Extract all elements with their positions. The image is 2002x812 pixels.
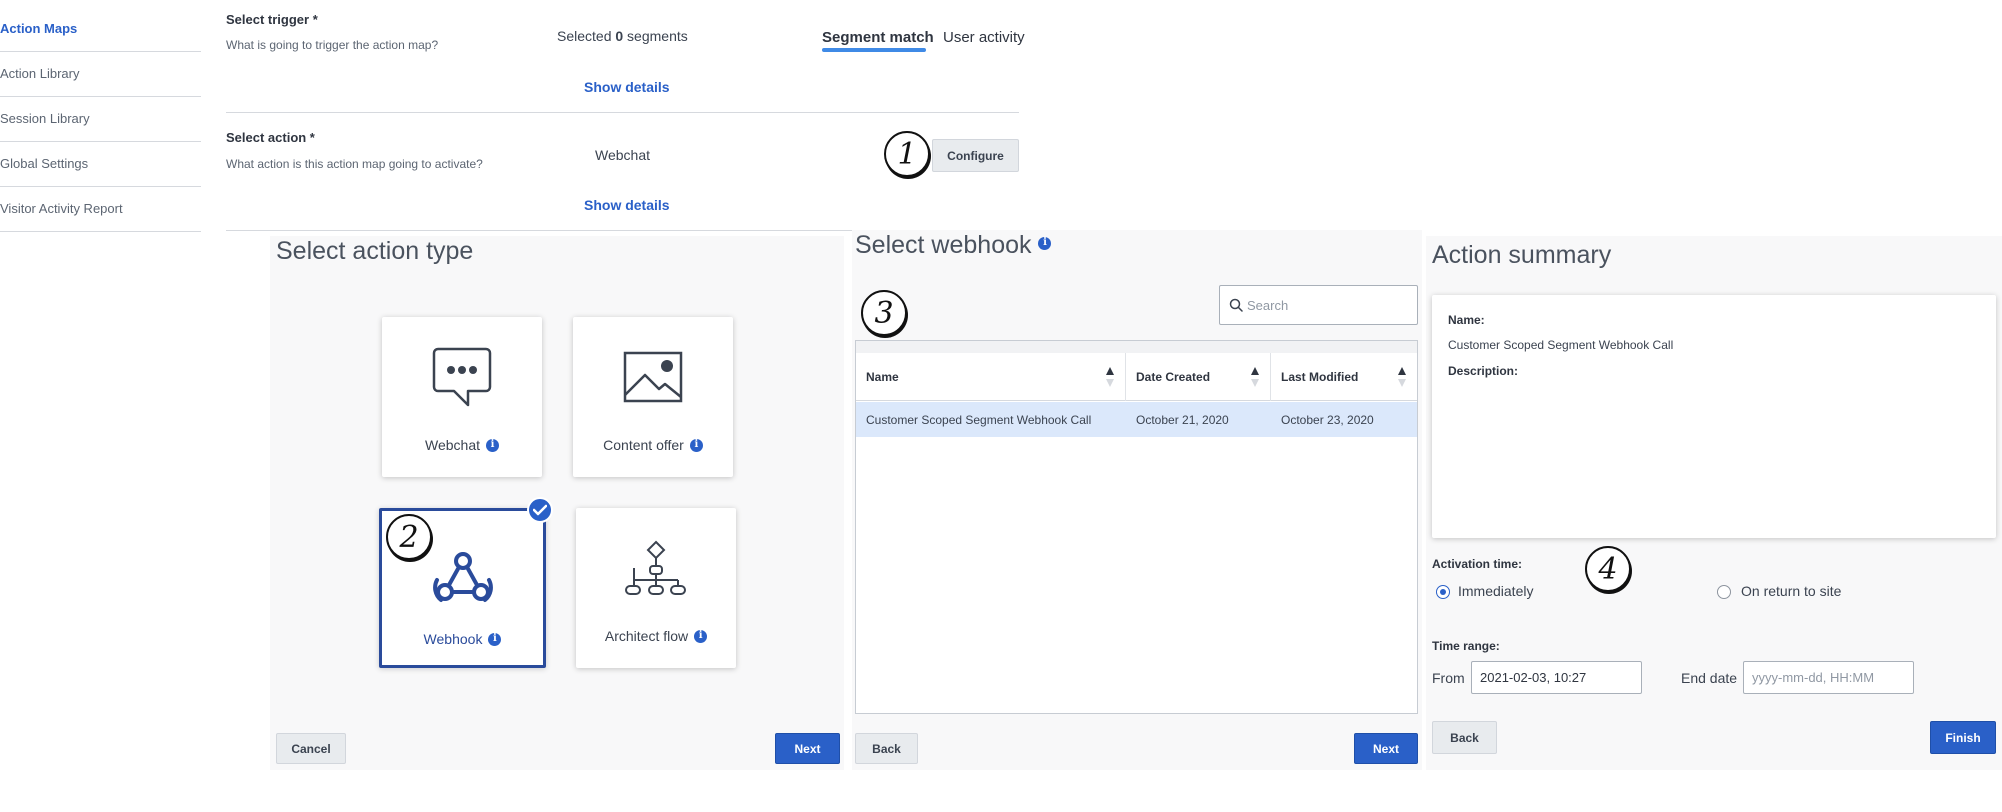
trigger-show-details-link[interactable]: Show details	[584, 79, 670, 95]
summary-card: Name: Customer Scoped Segment Webhook Ca…	[1432, 295, 1996, 538]
radio-immediately-label[interactable]: Immediately	[1458, 583, 1533, 599]
from-label: From	[1432, 670, 1465, 686]
card-label-text: Webchat	[425, 437, 480, 453]
summary-name-label: Name:	[1448, 313, 1485, 327]
annotation-2: 2	[386, 514, 432, 560]
sidebar-item-session-library[interactable]: Session Library	[0, 97, 201, 142]
summary-description-label: Description:	[1448, 364, 1519, 378]
column-header-date-created[interactable]: Date Created	[1126, 353, 1271, 401]
sidebar-item-label: Session Library	[0, 111, 90, 126]
column-header-last-modified[interactable]: Last Modified	[1271, 353, 1417, 401]
sort-icon	[1398, 367, 1406, 387]
action-card-webchat[interactable]: Webchat i	[382, 317, 542, 477]
action-card-architect-flow[interactable]: Architect flow i	[576, 508, 736, 668]
summary-name-value: Customer Scoped Segment Webhook Call	[1448, 338, 1674, 352]
selected-check-icon	[527, 497, 553, 523]
action-value: Webchat	[595, 147, 650, 163]
action-show-details-link[interactable]: Show details	[584, 197, 670, 213]
sidebar-item-label: Global Settings	[0, 156, 89, 171]
info-icon[interactable]: i	[486, 438, 499, 452]
webhook-back-button[interactable]: Back	[855, 733, 918, 764]
webhook-next-button[interactable]: Next	[1354, 733, 1418, 764]
summary-back-button[interactable]: Back	[1432, 721, 1497, 754]
webhook-search-input[interactable]: Search	[1219, 285, 1418, 325]
selected-prefix: Selected	[557, 28, 616, 44]
webhook-icon	[433, 552, 493, 602]
action-card-content-offer[interactable]: Content offer i	[573, 317, 733, 477]
sidebar-item-action-maps[interactable]: Action Maps	[0, 7, 201, 52]
sidebar-item-label: Visitor Activity Report	[0, 201, 123, 216]
sidebar-item-label: Action Library	[0, 66, 80, 81]
webhook-table: Name Date Created Last Modified Customer…	[855, 340, 1418, 714]
sidebar-item-label: Action Maps	[0, 21, 78, 36]
annotation-1: 1	[884, 131, 930, 177]
trigger-title: Select trigger *	[226, 12, 318, 27]
table-top-strip	[856, 341, 1417, 353]
webhook-title: Select webhook i	[855, 231, 1052, 260]
from-date-input[interactable]: 2021-02-03, 10:27	[1471, 661, 1642, 694]
info-icon[interactable]: i	[689, 438, 703, 452]
trigger-subtitle: What is going to trigger the action map?	[226, 38, 439, 52]
selected-count: 0	[615, 28, 624, 44]
info-icon[interactable]: i	[1038, 236, 1052, 250]
column-header-text: Last Modified	[1281, 370, 1359, 384]
image-icon	[623, 351, 683, 403]
tab-segment-match[interactable]: Segment match	[822, 29, 934, 46]
time-range-label: Time range:	[1432, 639, 1500, 653]
action-type-panel	[270, 236, 844, 770]
selected-segments-text: Selected 0 segments	[557, 28, 688, 44]
info-icon[interactable]: i	[694, 629, 708, 643]
search-icon	[1229, 298, 1243, 312]
search-placeholder: Search	[1247, 297, 1289, 313]
info-icon[interactable]: i	[488, 632, 502, 646]
sidebar-item-action-library[interactable]: Action Library	[0, 52, 201, 97]
card-label-text: Webhook	[423, 631, 483, 647]
card-label-text: Architect flow	[604, 628, 689, 644]
table-cell-name: Customer Scoped Segment Webhook Call	[866, 412, 1092, 427]
sort-icon	[1251, 367, 1259, 387]
action-type-title: Select action type	[276, 237, 474, 265]
end-date-input[interactable]: yyyy-mm-dd, HH:MM	[1743, 661, 1914, 694]
tab-user-activity[interactable]: User activity	[943, 29, 1025, 46]
sort-icon	[1106, 367, 1114, 387]
table-header: Name Date Created Last Modified	[856, 353, 1417, 401]
action-title: Select action *	[226, 130, 315, 145]
summary-title: Action summary	[1432, 241, 1612, 269]
table-cell-last-modified: October 23, 2020	[1281, 412, 1374, 427]
action-card-label: Architect flow i	[576, 628, 736, 644]
cancel-button[interactable]: Cancel	[276, 733, 346, 764]
action-card-label: Webhook i	[382, 631, 543, 647]
column-header-text: Date Created	[1136, 370, 1211, 384]
section-divider	[226, 112, 1019, 113]
chat-bubble-icon	[432, 347, 492, 407]
card-label-text: Content offer	[603, 437, 684, 453]
finish-button[interactable]: Finish	[1930, 721, 1996, 754]
action-type-next-button[interactable]: Next	[775, 733, 840, 764]
table-cell-date-created: October 21, 2020	[1136, 412, 1229, 427]
activation-time-label: Activation time:	[1432, 557, 1523, 571]
sidebar-item-visitor-activity-report[interactable]: Visitor Activity Report	[0, 187, 201, 232]
action-card-label: Content offer i	[573, 437, 733, 453]
annotation-3: 3	[861, 290, 907, 336]
radio-on-return[interactable]	[1717, 585, 1731, 599]
selected-suffix: segments	[623, 28, 688, 44]
column-header-name[interactable]: Name	[856, 353, 1126, 401]
table-row[interactable]: Customer Scoped Segment Webhook Call Oct…	[856, 402, 1417, 437]
webhook-title-text: Select webhook	[855, 231, 1032, 259]
annotation-4: 4	[1585, 546, 1631, 592]
radio-immediately[interactable]	[1436, 585, 1450, 599]
radio-on-return-label[interactable]: On return to site	[1741, 583, 1841, 599]
action-subtitle: What action is this action map going to …	[226, 157, 483, 171]
end-date-label: End date	[1681, 670, 1738, 686]
action-card-label: Webchat i	[382, 437, 542, 453]
sidebar-item-global-settings[interactable]: Global Settings	[0, 142, 201, 187]
column-header-text: Name	[866, 370, 899, 384]
flow-icon	[625, 540, 686, 595]
configure-button[interactable]: Configure	[932, 139, 1019, 172]
tab-active-underline	[822, 48, 926, 52]
